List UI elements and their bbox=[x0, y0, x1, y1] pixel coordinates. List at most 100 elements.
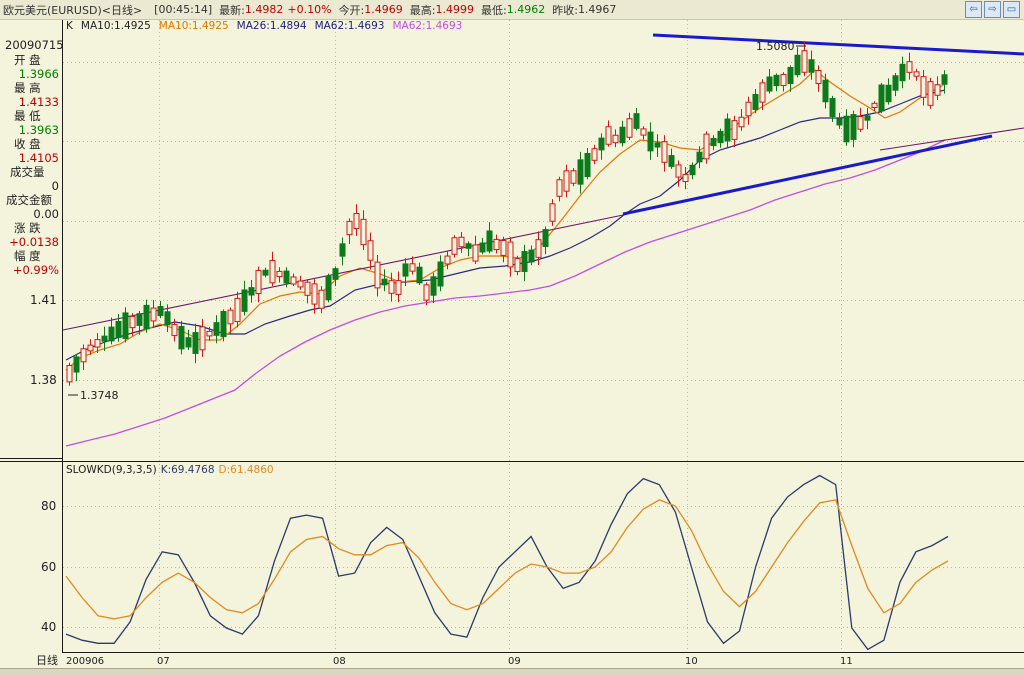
candle-up bbox=[311, 283, 318, 305]
x-label-09: 09 bbox=[508, 656, 521, 667]
candle-up bbox=[269, 260, 276, 284]
candle-up bbox=[206, 330, 213, 337]
candle-down bbox=[521, 251, 528, 272]
kd-tick-60: 60 bbox=[41, 560, 56, 574]
candle-up bbox=[290, 276, 297, 285]
long-trendline-ext bbox=[879, 127, 1024, 151]
candle-down bbox=[101, 335, 108, 342]
high-value-panel: 1.4133 bbox=[18, 95, 59, 109]
candle-down bbox=[598, 137, 605, 151]
candle-up bbox=[297, 280, 304, 288]
candle-up bbox=[80, 348, 87, 363]
candle-down bbox=[696, 151, 703, 163]
candle-down bbox=[808, 59, 815, 73]
candle-up bbox=[605, 126, 612, 145]
candle-down bbox=[584, 152, 591, 178]
candle-down bbox=[773, 74, 780, 87]
candle-down bbox=[185, 337, 192, 348]
x-label-10: 10 bbox=[685, 656, 698, 667]
ma10-line bbox=[65, 69, 946, 371]
candle-down bbox=[892, 75, 899, 91]
candle-down bbox=[157, 306, 164, 316]
candle-down bbox=[717, 130, 724, 144]
candle-down bbox=[843, 115, 850, 143]
candle-down bbox=[794, 54, 801, 76]
candle-up bbox=[703, 133, 710, 160]
candle-up bbox=[675, 164, 682, 178]
x-label-200906: 200906 bbox=[66, 656, 104, 667]
candle-down bbox=[752, 94, 759, 110]
candle-up bbox=[276, 270, 283, 278]
month-grid bbox=[159, 20, 842, 652]
candle-up bbox=[626, 118, 633, 138]
amount-value-panel: 0.00 bbox=[33, 207, 59, 221]
candle-down bbox=[647, 131, 654, 152]
kd-name: SLOWKD(9,3,3,5) bbox=[66, 464, 157, 476]
candle-down bbox=[178, 325, 185, 350]
candle-up bbox=[171, 323, 178, 337]
price-chart[interactable]: 1.41 1.38 80 60 40 日线 200906 07 08 09 10… bbox=[0, 0, 1024, 674]
candle-down bbox=[122, 312, 129, 340]
candle-up bbox=[591, 148, 598, 161]
candle-down bbox=[381, 278, 388, 286]
candle-up bbox=[612, 134, 619, 144]
low-label-panel: 最 低 bbox=[14, 109, 41, 123]
candle-down bbox=[619, 126, 626, 144]
candle-down bbox=[822, 79, 829, 103]
candle-up bbox=[815, 69, 822, 85]
period-label: 日线 bbox=[36, 653, 58, 667]
candle-down bbox=[332, 268, 339, 280]
candle-down bbox=[241, 289, 248, 312]
candle-up bbox=[234, 297, 241, 323]
candle-down bbox=[885, 84, 892, 103]
candle-up bbox=[150, 307, 157, 322]
candle-up bbox=[731, 120, 738, 140]
candle-down bbox=[668, 155, 675, 167]
x-label-08: 08 bbox=[333, 656, 346, 667]
candle-up bbox=[556, 179, 563, 197]
kd-d-value: D:61.4860 bbox=[218, 464, 274, 476]
kd-tick-40: 40 bbox=[41, 620, 56, 634]
candle-down bbox=[213, 322, 220, 336]
candle-up bbox=[934, 84, 941, 96]
candle-up bbox=[682, 173, 689, 183]
candle-down bbox=[143, 304, 150, 330]
candle-down bbox=[633, 113, 640, 129]
candle-up bbox=[458, 236, 465, 248]
close-label-panel: 收 盘 bbox=[14, 137, 41, 151]
candle-up bbox=[255, 269, 262, 295]
candle-up bbox=[906, 61, 913, 73]
candle-down bbox=[73, 356, 80, 373]
candle-down bbox=[325, 275, 332, 301]
change-label-panel: 涨 跌 bbox=[14, 221, 41, 235]
candle-down bbox=[262, 269, 269, 276]
candle-up bbox=[801, 50, 808, 73]
candle-down bbox=[248, 287, 255, 296]
candle-down bbox=[689, 164, 696, 176]
candle-down bbox=[430, 276, 437, 296]
candle-up bbox=[745, 101, 752, 117]
candle-up bbox=[500, 240, 507, 256]
candle-up bbox=[738, 116, 745, 128]
x-label-07: 07 bbox=[157, 656, 170, 667]
candle-down bbox=[542, 229, 549, 247]
candle-down bbox=[283, 270, 290, 284]
candle-up bbox=[507, 241, 514, 268]
candle-down bbox=[486, 230, 493, 252]
candle-down bbox=[164, 311, 171, 326]
kd-k-value: K:69.4768 bbox=[160, 464, 215, 476]
candle-up bbox=[570, 170, 577, 184]
candle-up bbox=[346, 220, 353, 236]
candle-up bbox=[780, 73, 787, 87]
candle-up bbox=[87, 344, 94, 352]
candle-down bbox=[108, 326, 115, 342]
candle-up bbox=[304, 281, 311, 296]
candle-down bbox=[136, 313, 143, 326]
candle-up bbox=[444, 255, 451, 265]
candle-up bbox=[927, 81, 934, 106]
info-panel: 20090715 开 盘 1.3966 最 高 1.4133 最 低 1.396… bbox=[0, 20, 64, 458]
info-date: 20090715 bbox=[5, 38, 64, 52]
candle-down bbox=[710, 137, 717, 147]
open-value-panel: 1.3966 bbox=[18, 67, 59, 81]
ma-legend-k: K bbox=[66, 20, 73, 32]
